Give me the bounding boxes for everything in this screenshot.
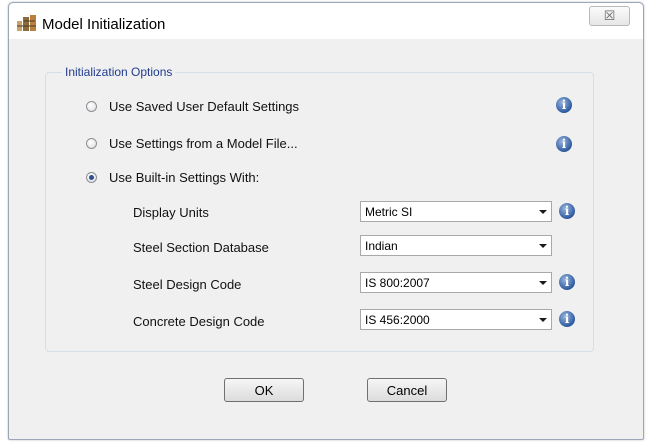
option-built-in[interactable]: Use Built-in Settings With: xyxy=(86,168,259,186)
steel-section-database-select[interactable]: Indian xyxy=(360,235,552,256)
info-icon[interactable]: i xyxy=(559,311,575,327)
app-icon xyxy=(17,15,36,31)
info-icon[interactable]: i xyxy=(556,136,572,152)
cancel-button[interactable]: Cancel xyxy=(367,378,447,402)
radio-model-file[interactable] xyxy=(86,137,97,149)
option-label: Use Settings from a Model File... xyxy=(109,135,298,151)
radio-built-in[interactable] xyxy=(86,171,97,183)
close-icon: ☒ xyxy=(603,8,616,23)
steel-design-code-select[interactable]: IS 800:2007 xyxy=(360,272,552,293)
title-bar[interactable]: Model Initialization xyxy=(9,3,643,39)
chevron-down-icon xyxy=(539,318,547,322)
radio-saved-defaults[interactable] xyxy=(86,100,97,112)
chevron-down-icon xyxy=(539,244,547,248)
concrete-design-code-select[interactable]: IS 456:2000 xyxy=(360,309,552,330)
display-units-label: Display Units xyxy=(133,205,209,220)
display-units-value: Metric SI xyxy=(365,205,413,219)
info-icon[interactable]: i xyxy=(559,203,575,219)
close-button[interactable]: ☒ xyxy=(589,6,630,26)
concrete-design-code-label: Concrete Design Code xyxy=(133,314,265,329)
option-label: Use Saved User Default Settings xyxy=(109,98,300,114)
dialog-title: Model Initialization xyxy=(42,16,166,33)
info-icon[interactable]: i xyxy=(556,97,572,113)
info-icon[interactable]: i xyxy=(559,274,575,290)
option-model-file[interactable]: Use Settings from a Model File... xyxy=(86,134,298,152)
concrete-design-code-value: IS 456:2000 xyxy=(365,313,430,327)
steel-design-code-label: Steel Design Code xyxy=(133,277,242,292)
chevron-down-icon xyxy=(539,210,547,214)
steel-design-code-value: IS 800:2007 xyxy=(365,276,430,290)
option-label: Use Built-in Settings With: xyxy=(109,169,260,185)
ok-button[interactable]: OK xyxy=(224,378,304,402)
group-legend: Initialization Options xyxy=(62,65,176,79)
display-units-select[interactable]: Metric SI xyxy=(360,201,552,222)
steel-section-database-label: Steel Section Database xyxy=(133,240,269,255)
chevron-down-icon xyxy=(539,281,547,285)
option-saved-defaults[interactable]: Use Saved User Default Settings xyxy=(86,97,299,115)
steel-section-database-value: Indian xyxy=(365,239,398,253)
